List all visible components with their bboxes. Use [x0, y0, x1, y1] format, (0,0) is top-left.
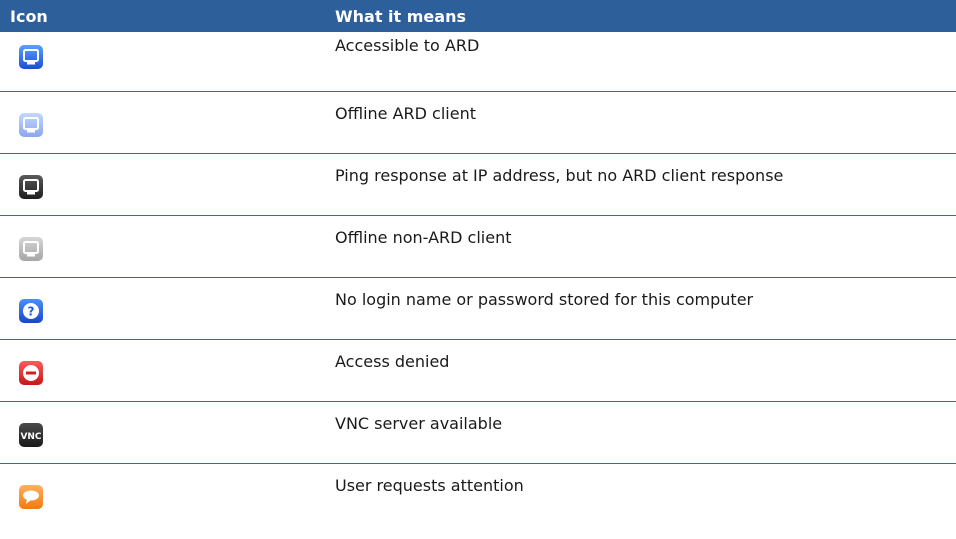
row-meaning: Ping response at IP address, but no ARD … [335, 166, 784, 185]
ard-offline-icon [18, 112, 44, 138]
table-row: VNC VNC server available [0, 402, 956, 464]
table-row: User requests attention [0, 464, 956, 526]
attention-icon [18, 484, 44, 510]
table-row: Ping response at IP address, but no ARD … [0, 154, 956, 216]
header-meaning-column: What it means [335, 7, 466, 26]
row-meaning: VNC server available [335, 414, 503, 433]
svg-text:?: ? [28, 305, 35, 319]
row-meaning: No login name or password stored for thi… [335, 290, 754, 309]
access-denied-icon [18, 360, 44, 386]
row-meaning: Offline non-ARD client [335, 228, 512, 247]
row-meaning: Accessible to ARD [335, 36, 480, 55]
table-header: Icon What it means [0, 0, 956, 32]
icon-legend-table: Icon What it means Accessible to ARD Off… [0, 0, 956, 526]
row-meaning: User requests attention [335, 476, 524, 495]
table-row: Offline ARD client [0, 92, 956, 154]
table-row: Access denied [0, 340, 956, 402]
row-meaning: Offline ARD client [335, 104, 476, 123]
row-meaning: Access denied [335, 352, 450, 371]
table-row: Offline non-ARD client [0, 216, 956, 278]
table-row: ? No login name or password stored for t… [0, 278, 956, 340]
vnc-icon-text: VNC [20, 432, 41, 442]
ard-accessible-icon [18, 44, 44, 70]
question-icon: ? [18, 298, 44, 324]
ping-only-icon [18, 174, 44, 200]
offline-non-ard-icon [18, 236, 44, 262]
table-row: Accessible to ARD [0, 32, 956, 92]
header-icon-column: Icon [10, 7, 48, 26]
vnc-icon: VNC [18, 422, 44, 448]
